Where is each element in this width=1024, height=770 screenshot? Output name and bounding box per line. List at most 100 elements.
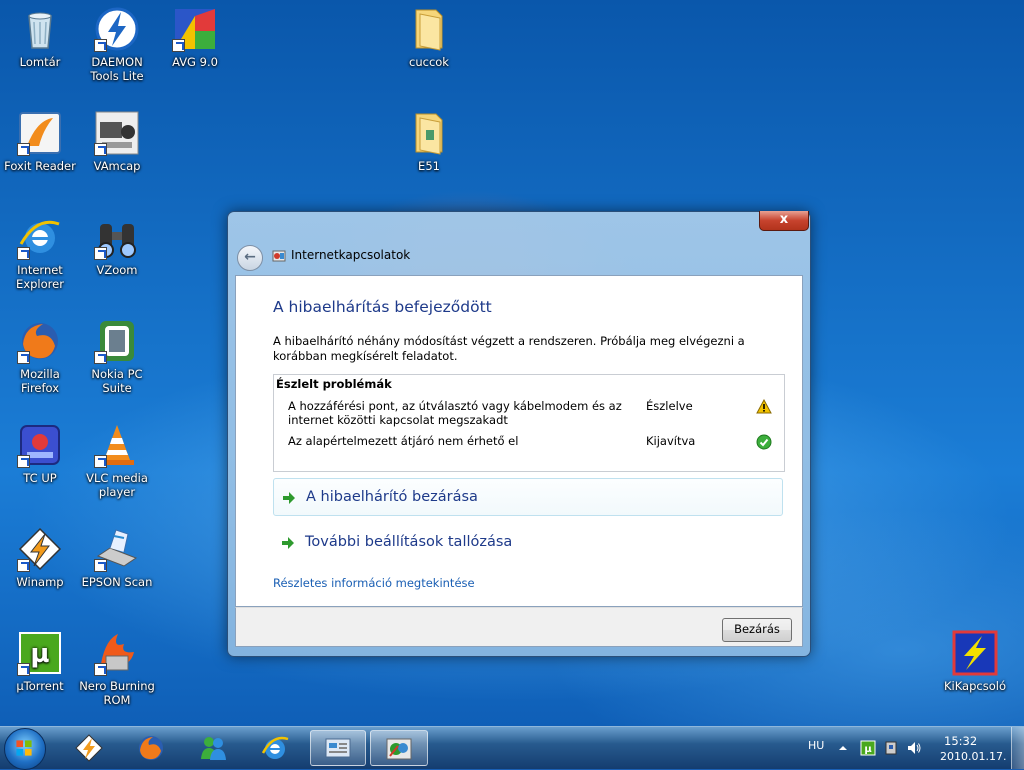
close-troubleshooter-link[interactable]: A hibaelhárító bezárása: [273, 478, 783, 516]
problem-text: Az alapértelmezett átjáró nem érhető el: [288, 434, 519, 448]
safely-remove-hardware-icon[interactable]: [883, 740, 899, 756]
desktop-icon-winamp[interactable]: Winamp: [0, 526, 80, 589]
svg-text:µ: µ: [30, 639, 49, 669]
close-button[interactable]: Bezárás: [722, 618, 792, 642]
problem-text: A hozzáférési pont, az útválasztó vagy k…: [288, 399, 622, 427]
scanner-icon: [94, 526, 140, 572]
desktop-icon-avg[interactable]: AVG 9.0: [155, 6, 235, 69]
check-icon: [756, 434, 772, 450]
desktop-icon-firefox[interactable]: Mozilla Firefox: [0, 318, 80, 395]
desktop-icon-utorrent[interactable]: µ µTorrent: [0, 630, 80, 693]
clock-date[interactable]: 2010.01.17.: [940, 750, 1006, 763]
vamcap-icon: [94, 110, 140, 156]
network-troubleshooter-icon: [272, 249, 286, 263]
taskbar-firefox[interactable]: [126, 730, 176, 766]
nero-icon: [94, 630, 140, 676]
desktop-icon-vlc[interactable]: VLC media player: [77, 422, 157, 499]
problem-status: Kijavítva: [646, 434, 696, 448]
desktop-icon-folder-e51[interactable]: E51: [389, 110, 469, 173]
detected-problems-box: Észlelt problémák A hozzáférési pont, az…: [273, 374, 785, 472]
nokia-pc-suite-icon: [94, 318, 140, 364]
clock-time[interactable]: 15:32: [944, 734, 977, 748]
desktop-icon-label: Mozilla Firefox: [20, 367, 60, 395]
desktop-icon-label: Lomtár: [19, 55, 61, 69]
language-indicator[interactable]: HU: [808, 739, 824, 752]
show-desktop-button[interactable]: [1011, 727, 1024, 769]
desktop-icon-folder-cuccok[interactable]: cuccok: [389, 6, 469, 69]
desktop-icon-label: Nero Burning ROM: [79, 679, 155, 707]
firefox-icon: [17, 318, 63, 364]
windows-logo-icon: [16, 740, 32, 756]
desktop-icon-vamcap[interactable]: VAmcap: [77, 110, 157, 173]
utorrent-tray-icon[interactable]: µ: [860, 740, 876, 756]
taskbar-internet-explorer[interactable]: [250, 730, 300, 766]
winamp-icon: [75, 734, 103, 762]
desktop-icon-label: KiKapcsoló: [943, 679, 1006, 693]
desktop-icon-label: µTorrent: [16, 679, 64, 693]
view-detailed-info-link[interactable]: Részletes információ megtekintése: [273, 576, 475, 590]
avg-icon: [172, 6, 218, 52]
desktop-icon-tc-up[interactable]: TC UP: [0, 422, 80, 485]
problems-title: Észlelt problémák: [276, 377, 392, 391]
back-arrow-icon[interactable]: ←: [237, 245, 263, 271]
desktop-icon-internet-explorer[interactable]: Internet Explorer: [0, 214, 80, 291]
taskbar-winamp[interactable]: [64, 730, 114, 766]
messenger-icon: [201, 737, 226, 760]
desktop-icon-label: AVG 9.0: [172, 55, 218, 69]
desktop-icon-label: VAmcap: [93, 159, 141, 173]
desktop-icon-epson-scan[interactable]: EPSON Scan: [77, 526, 157, 589]
dialog-footer: Bezárás: [235, 607, 803, 647]
daemon-tools-icon: [94, 6, 140, 52]
tc-up-icon: [17, 422, 63, 468]
winamp-icon: [17, 526, 63, 572]
desktop-icon-label: VZoom: [96, 263, 138, 277]
control-panel-icon: [325, 738, 351, 758]
desktop-icon-label: Foxit Reader: [4, 159, 76, 173]
explore-more-options-link[interactable]: További beállítások tallózása: [273, 524, 783, 562]
desktop-icon-nokia-pc-suite[interactable]: Nokia PC Suite: [77, 318, 157, 395]
desktop-icon-kikapcsolo[interactable]: KiKapcsoló: [935, 630, 1015, 693]
foxit-reader-icon: [17, 110, 63, 156]
binoculars-icon: [94, 214, 140, 260]
network-troubleshooter-icon: [386, 738, 412, 760]
firefox-icon: [139, 736, 163, 760]
volume-icon[interactable]: [906, 740, 922, 756]
desktop: Lomtár Foxit Reader Internet Explorer Mo…: [0, 0, 1024, 726]
desktop-icon-label: TC UP: [23, 471, 57, 485]
taskbar-network-troubleshooter[interactable]: [370, 730, 428, 766]
page-title: A hibaelhárítás befejeződött: [273, 298, 492, 316]
desktop-icon-label: DAEMON Tools Lite: [90, 55, 144, 83]
taskbar: HU µ 15:32 2010.01.17.: [0, 726, 1024, 770]
command-label: További beállítások tallózása: [305, 534, 513, 550]
desktop-icon-label: Internet Explorer: [16, 263, 64, 291]
desktop-icon-label: E51: [418, 159, 440, 173]
desktop-icon-label: Nokia PC Suite: [91, 367, 143, 395]
svg-text:µ: µ: [864, 744, 872, 755]
green-arrow-icon: [281, 536, 295, 550]
utorrent-icon: µ: [17, 630, 63, 676]
internet-explorer-icon: [17, 214, 63, 260]
desktop-icon-vzoom[interactable]: VZoom: [77, 214, 157, 277]
taskbar-messenger[interactable]: [188, 730, 238, 766]
desktop-icon-label: Winamp: [16, 575, 64, 589]
desktop-icon-label: cuccok: [409, 55, 449, 69]
desktop-icon-foxit-reader[interactable]: Foxit Reader: [0, 110, 80, 173]
lightning-icon: [952, 630, 998, 676]
window-close-button[interactable]: x: [759, 211, 809, 231]
desktop-icon-label: VLC media player: [86, 471, 148, 499]
recycle-bin-icon: [17, 6, 63, 52]
warning-icon: [756, 398, 772, 415]
start-button[interactable]: [4, 728, 46, 770]
taskbar-control-panel[interactable]: [310, 730, 366, 766]
dialog-content: A hibaelhárítás befejeződött A hibaelhár…: [235, 275, 803, 607]
folder-icon: [406, 110, 452, 156]
folder-icon: [406, 6, 452, 52]
description-text: A hibaelhárító néhány módosítást végzett…: [273, 334, 745, 363]
show-hidden-icons-icon[interactable]: [835, 740, 851, 756]
desktop-icon-recycle-bin[interactable]: Lomtár: [0, 6, 80, 69]
window-title: Internetkapcsolatok: [291, 248, 411, 262]
problem-status: Észlelve: [646, 399, 693, 413]
desktop-icon-nero[interactable]: Nero Burning ROM: [77, 630, 157, 707]
troubleshooter-dialog: x ← Internetkapcsolatok A hibaelhárítás …: [227, 211, 811, 657]
desktop-icon-daemon-tools[interactable]: DAEMON Tools Lite: [77, 6, 157, 83]
